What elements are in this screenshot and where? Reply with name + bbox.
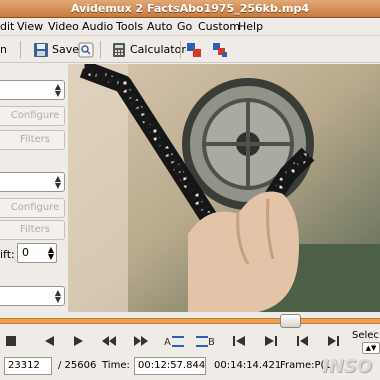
codec-panel: ▲ ▼ Configure Filters ▲ ▼ Configure Filter… [0, 64, 68, 310]
save-button-label: Save [52, 43, 80, 56]
toolbar: n Save Calculator [0, 36, 380, 63]
toolbar-separator [100, 41, 101, 58]
rewind-icon [102, 336, 116, 346]
transport-controls: A B Selec ▲▼ [0, 330, 380, 354]
audio-codec-select[interactable]: ▲ ▼ [0, 172, 65, 192]
calculator-button-label: Calculator [130, 43, 186, 56]
menu-edit[interactable]: dit [0, 20, 14, 33]
menu-help[interactable]: Help [238, 20, 263, 33]
previous-keyframe-button[interactable] [100, 332, 118, 350]
video-filters-icon [212, 42, 228, 58]
spinner-arrows-icon: ▲▼ [54, 174, 61, 190]
toolbar-separator [180, 41, 181, 58]
menu-go[interactable]: Go [177, 20, 192, 33]
spinner-arrows-icon: ▲▼ [54, 82, 61, 98]
video-filters-button[interactable]: Filters [0, 130, 65, 150]
calculator-icon [111, 42, 127, 58]
skip-forward-icon [328, 336, 339, 346]
current-time-input[interactable]: 00:12:57.844 [134, 357, 206, 375]
window-titlebar: Avidemux 2 FactsAbo1975_256kb.mp4 [0, 0, 380, 18]
timeline-track [0, 318, 380, 324]
menubar: dit View Video Audio Tools Auto Go Custo… [0, 18, 380, 36]
timeline-slider[interactable] [0, 314, 380, 328]
properties-icon [78, 42, 94, 58]
first-frame-button[interactable] [294, 332, 312, 350]
calculator-button[interactable]: Calculator [111, 40, 186, 59]
menu-auto[interactable]: Auto [147, 20, 173, 33]
spinner-arrows-icon: ▲▼ [365, 344, 377, 352]
goto-marker-b-button[interactable] [262, 332, 280, 350]
selection-spinner[interactable]: ▲▼ [362, 342, 380, 354]
time-label: Time: [102, 360, 130, 371]
previous-frame-button[interactable] [40, 332, 58, 350]
watermark-logo: INSO [322, 356, 373, 377]
goto-marker-a-button[interactable] [230, 332, 248, 350]
selection-label: Selec [352, 330, 379, 341]
save-button[interactable]: Save [33, 40, 79, 59]
set-marker-b-button[interactable]: B [194, 332, 218, 350]
goto-end-icon [265, 336, 277, 346]
next-keyframe-button[interactable] [132, 332, 150, 350]
open-button[interactable]: n [0, 40, 7, 59]
fast-forward-icon [134, 336, 148, 346]
last-frame-button[interactable] [324, 332, 342, 350]
goto-start-icon [233, 336, 245, 346]
menu-custom[interactable]: Custom [198, 20, 240, 33]
window-title: Avidemux 2 FactsAbo1975_256kb.mp4 [70, 2, 310, 15]
video-preview [68, 64, 380, 312]
audio-configure-button[interactable]: Configure [0, 198, 65, 218]
shift-label: ift: [0, 248, 15, 261]
stop-button[interactable] [2, 332, 20, 350]
next-frame-button[interactable] [70, 332, 88, 350]
video-configure-button[interactable]: Configure [0, 106, 65, 126]
properties-button[interactable] [78, 40, 94, 59]
menu-audio[interactable]: Audio [82, 20, 113, 33]
filters-toolbar-button[interactable] [186, 40, 202, 59]
video-codec-select[interactable]: ▲ ▼ [0, 80, 65, 100]
total-duration: 00:14:14.421 [214, 360, 282, 371]
skip-back-icon [297, 336, 308, 346]
timeline-thumb[interactable] [280, 314, 301, 328]
total-frames: / 25606 [58, 360, 97, 371]
toolbar-separator [20, 41, 21, 58]
status-bar: 23312 / 25606 Time: 00:12:57.844 00:14:1… [0, 354, 380, 378]
svg-text:B: B [208, 337, 215, 348]
spinner-arrows-icon: ▲▼ [54, 288, 61, 304]
next-frame-icon [74, 336, 83, 346]
marker-b-icon: B [196, 336, 215, 348]
set-marker-a-button[interactable]: A [162, 332, 186, 350]
stop-icon [6, 336, 16, 346]
preview-toolbar-button[interactable] [212, 40, 228, 59]
menu-video[interactable]: Video [48, 20, 79, 33]
svg-text:A: A [164, 337, 171, 348]
menu-tools[interactable]: Tools [116, 20, 143, 33]
prev-frame-icon [45, 336, 54, 346]
filter-shapes-icon [186, 42, 202, 58]
save-icon [33, 42, 49, 58]
spinner-arrows-icon: ▲▼ [47, 245, 54, 261]
audio-filters-button[interactable]: Filters [0, 220, 65, 240]
shift-input[interactable]: 0 ▲ ▼ [17, 243, 57, 263]
shift-value: 0 [22, 246, 29, 259]
open-button-label: n [0, 43, 7, 56]
marker-a-icon: A [164, 336, 184, 348]
current-frame-input[interactable]: 23312 [4, 357, 52, 375]
menu-view[interactable]: View [17, 20, 43, 33]
format-select[interactable]: ▲ ▼ [0, 286, 65, 306]
video-frame-image [68, 64, 380, 312]
